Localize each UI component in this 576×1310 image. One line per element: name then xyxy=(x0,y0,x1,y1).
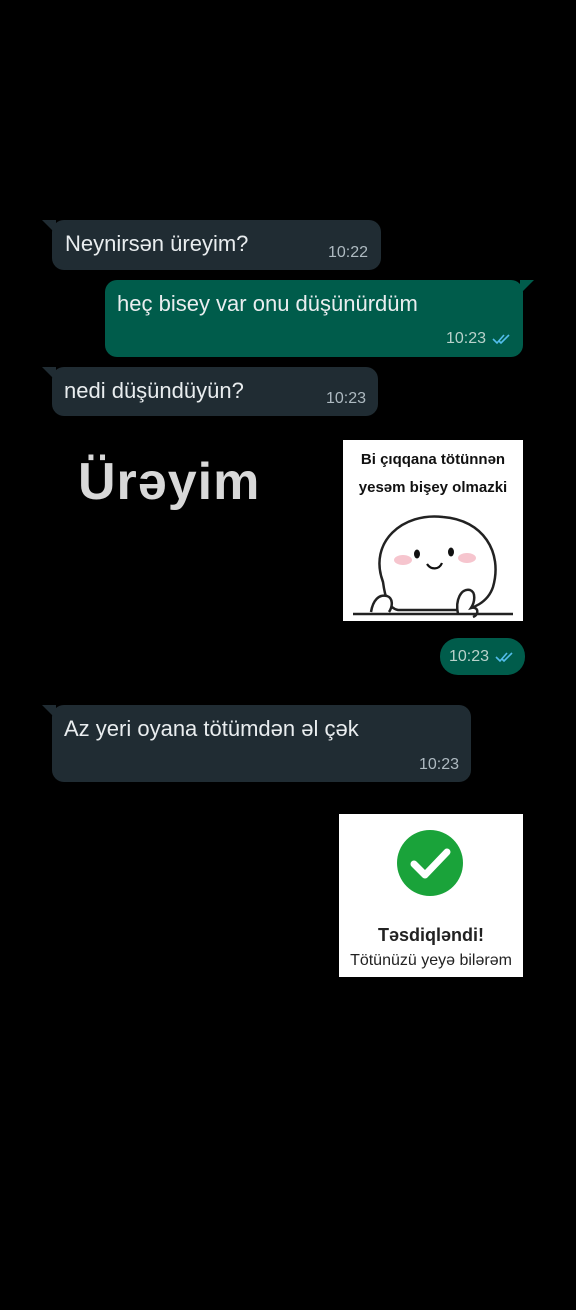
confirmation-image[interactable]: Təsdiqləndi! Tötünüzü yeyə bilərəm xyxy=(339,814,523,977)
overlay-text: Ürəyim xyxy=(78,453,261,511)
message-incoming[interactable]: nedi düşündüyün? 10:23 xyxy=(52,367,378,416)
message-incoming[interactable]: Az yeri oyana tötümdən əl çək 10:23 xyxy=(52,705,471,782)
read-ticks-icon xyxy=(495,652,513,662)
message-time: 10:23 xyxy=(445,330,486,347)
confirmation-subtitle: Tötünüzü yeyə bilərəm xyxy=(350,952,512,969)
bubble-tail xyxy=(520,280,534,294)
confirmation-title: Təsdiqləndi! xyxy=(377,925,484,945)
sticker-caption-line-2: yesəm bişey olmazki xyxy=(358,479,508,496)
message-outgoing[interactable]: heç bisey var onu düşünürdüm 10:23 xyxy=(105,280,523,357)
check-circle-icon xyxy=(397,830,463,896)
message-meta: 10:23 xyxy=(446,330,512,348)
bubble-tail xyxy=(42,705,56,719)
message-meta: 10:23 xyxy=(449,648,515,666)
message-time: 10:23 xyxy=(418,756,459,773)
bubble-tail xyxy=(42,220,56,234)
message-text: Az yeri oyana tötümdən əl çək xyxy=(64,716,359,741)
bubble-tail xyxy=(42,367,56,381)
message-incoming[interactable]: Neynirsən üreyim? 10:22 xyxy=(52,220,381,270)
message-time: 10:23 xyxy=(325,390,366,407)
read-ticks-icon xyxy=(492,334,510,344)
message-time: 10:23 xyxy=(449,648,490,665)
sticker-caption-line-1: Bi çıqqana tötünnən xyxy=(360,451,506,468)
message-outgoing[interactable]: 10:23 xyxy=(440,638,525,675)
message-text: nedi düşündüyün? xyxy=(64,378,244,403)
message-time: 10:22 xyxy=(327,244,368,261)
sticker-image[interactable]: Bi çıqqana tötünnən yesəm bişey olmazki xyxy=(343,440,523,621)
blob-character-icon xyxy=(353,515,513,619)
message-text: heç bisey var onu düşünürdüm xyxy=(117,291,418,316)
message-text: Neynirsən üreyim? xyxy=(65,231,249,256)
